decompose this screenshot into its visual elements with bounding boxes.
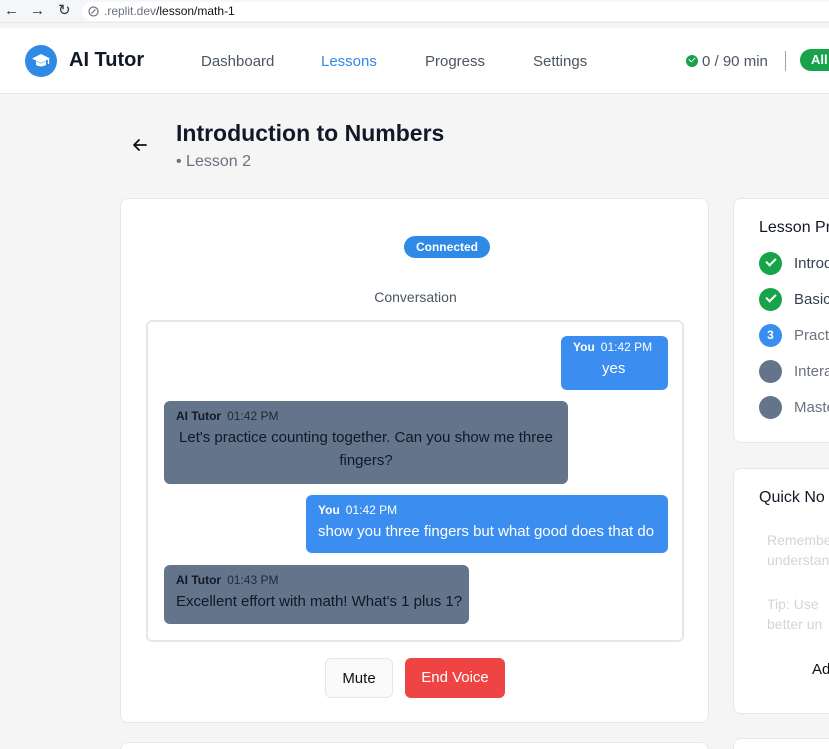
page-title: Introduction to Numbers: [176, 120, 445, 146]
site-info-icon[interactable]: [88, 6, 99, 17]
tutor-message: AI Tutor 01:42 PM Let's practice counting…: [164, 401, 568, 484]
pending-circle-icon: [759, 396, 782, 419]
quick-notes-card: Quick No Remembe understan Tip: Use bett…: [733, 468, 829, 714]
nav-settings[interactable]: Settings: [533, 53, 587, 70]
next-side-card: [733, 738, 829, 749]
quick-notes-title: Quick No: [759, 489, 825, 506]
message-time: 01:42 PM: [600, 340, 653, 354]
nav-progress[interactable]: Progress: [425, 53, 485, 70]
tutor-message: AI Tutor 01:43 PM Excellent effort with m…: [164, 565, 469, 624]
message-time: 01:43 PM: [227, 573, 279, 587]
step-label: Introd: [794, 255, 829, 272]
usage-timer-text: 0 / 90 min: [702, 53, 768, 70]
check-circle-icon: [759, 252, 782, 275]
next-card: [120, 742, 709, 749]
progress-step[interactable]: Maste: [759, 396, 829, 420]
reload-icon[interactable]: ↻: [58, 2, 71, 20]
add-note-button[interactable]: Ad: [812, 661, 829, 678]
message-text: Excellent effort with math! What's 1 plu…: [176, 593, 463, 610]
message-list[interactable]: You 01:42 PM yes AI Tutor 01:42 PM Let's p…: [146, 320, 684, 642]
message-text: yes: [602, 360, 626, 377]
check-circle-icon: [686, 55, 698, 67]
message-sender: AI Tutor: [176, 573, 222, 587]
step-label: Maste: [794, 399, 829, 416]
lesson-progress-title: Lesson Pr: [759, 219, 829, 236]
url-path: /lesson/math-1: [156, 4, 235, 18]
plan-badge[interactable]: All: [800, 49, 829, 71]
step-label: Pract: [794, 327, 829, 344]
user-message: You 01:42 PM yes: [561, 336, 668, 390]
back-arrow-icon[interactable]: [132, 138, 148, 152]
progress-step[interactable]: 3 Pract: [759, 324, 829, 348]
brand-name: AI Tutor: [69, 49, 145, 71]
nav-lessons[interactable]: Lessons: [321, 53, 377, 70]
note-placeholder: understan: [767, 552, 829, 568]
back-arrow-icon[interactable]: ←: [4, 2, 19, 20]
step-label: Basic: [794, 291, 829, 308]
note-placeholder: Remembe: [767, 532, 829, 548]
note-placeholder: Tip: Use: [767, 596, 819, 612]
progress-step[interactable]: Introd: [759, 252, 829, 276]
message-time: 01:42 PM: [345, 503, 398, 517]
message-text: show you three fingers but what good doe…: [318, 523, 655, 540]
user-message: You 01:42 PM show you three fingers but w…: [306, 495, 668, 553]
graduation-cap-icon: [32, 54, 50, 67]
url-host: .replit.dev: [104, 4, 157, 18]
address-bar[interactable]: .replit.dev/lesson/math-1: [82, 2, 829, 21]
browser-toolbar: ← → ↻ .replit.dev/lesson/math-1: [0, 0, 829, 23]
mute-button[interactable]: Mute: [325, 658, 393, 698]
nav-dashboard[interactable]: Dashboard: [201, 53, 274, 70]
end-voice-button[interactable]: End Voice: [405, 658, 505, 698]
forward-arrow-icon[interactable]: →: [30, 2, 45, 20]
conversation-heading: Conversation: [374, 289, 457, 305]
step-number: 3: [759, 324, 782, 347]
usage-timer: 0 / 90 min: [686, 53, 768, 70]
conversation-card: Connected Conversation You 01:42 PM yes A…: [120, 198, 709, 723]
check-circle-icon: [759, 288, 782, 311]
step-label: Intera: [794, 363, 829, 380]
message-sender: You: [318, 503, 340, 517]
logo[interactable]: [25, 45, 57, 77]
lesson-subtitle: • Lesson 2: [176, 153, 251, 170]
message-time: 01:42 PM: [227, 409, 279, 423]
app-header: AI Tutor Dashboard Lessons Progress Sett…: [0, 28, 829, 94]
header-divider: [785, 51, 786, 71]
message-sender: You: [573, 340, 595, 354]
note-placeholder: better un: [767, 616, 823, 632]
pending-circle-icon: [759, 360, 782, 383]
progress-step[interactable]: Intera: [759, 360, 829, 384]
message-text: Let's practice counting together. Can yo…: [179, 429, 553, 469]
connection-status-badge: Connected: [404, 236, 490, 258]
lesson-progress-card: Lesson Pr Introd Basic 3 Pract Intera Ma…: [733, 198, 829, 443]
progress-step[interactable]: Basic: [759, 288, 829, 312]
message-sender: AI Tutor: [176, 409, 222, 423]
